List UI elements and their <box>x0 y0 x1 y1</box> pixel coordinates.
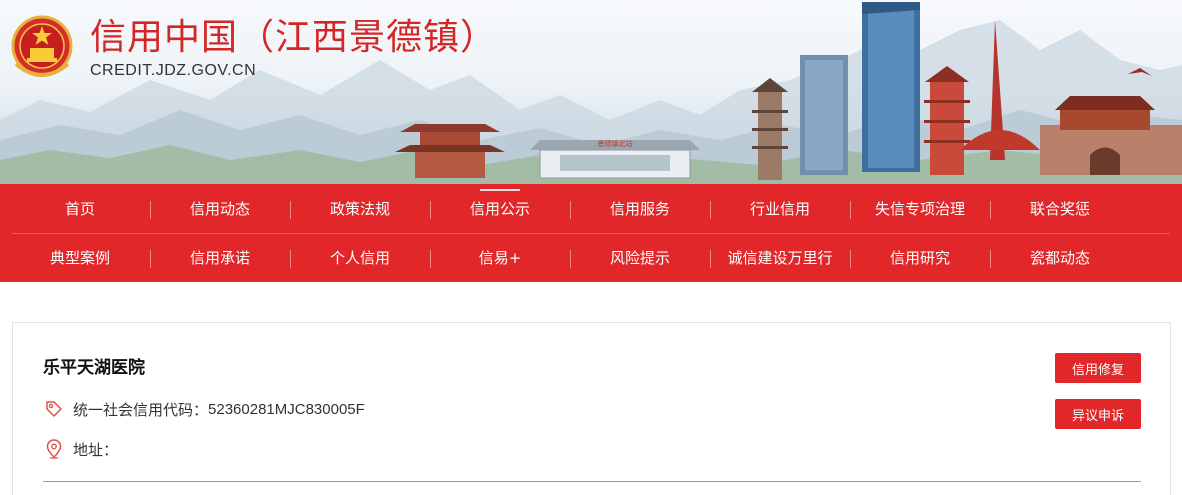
credit-code-row: 统一社会信用代码： 52360281MJC830005F <box>43 398 365 420</box>
site-title: 信用中国（江西景德镇） <box>90 17 498 58</box>
main-nav-row-1: 首页 信用动态 政策法规 信用公示 信用服务 行业信用 失信专项治理 联合奖惩 <box>10 184 1172 233</box>
nav-item-policies[interactable]: 政策法规 <box>290 184 430 233</box>
nav-item-risk-alerts[interactable]: 风险提示 <box>570 233 710 282</box>
nav-item-home[interactable]: 首页 <box>10 184 150 233</box>
credit-code-value: 52360281MJC830005F <box>208 400 365 418</box>
nav-item-city-news[interactable]: 瓷都动态 <box>990 233 1130 282</box>
site-domain: CREDIT.JDZ.GOV.CN <box>90 62 257 79</box>
header-banner: 景德镇北站 信用中国（江西景德镇） CREDIT.JDZ.GOV.CN <box>0 0 1182 184</box>
objection-appeal-button[interactable]: 异议申诉 <box>1055 399 1141 429</box>
national-emblem-icon <box>11 15 73 77</box>
nav-item-credit-services[interactable]: 信用服务 <box>570 184 710 233</box>
organization-detail-card: 乐平天湖医院 统一社会信用代码： 52360281MJC830005F 地址： … <box>12 322 1171 495</box>
address-row: 地址： <box>43 438 118 460</box>
nav-item-credit-publicity[interactable]: 信用公示 <box>430 184 570 233</box>
nav-item-credit-news[interactable]: 信用动态 <box>150 184 290 233</box>
credit-code-label: 统一社会信用代码： <box>73 400 209 419</box>
credit-repair-button[interactable]: 信用修复 <box>1055 353 1141 383</box>
organization-name: 乐平天湖医院 <box>43 358 145 378</box>
main-nav: 首页 信用动态 政策法规 信用公示 信用服务 行业信用 失信专项治理 联合奖惩 … <box>0 184 1182 282</box>
main-nav-row-2: 典型案例 信用承诺 个人信用 信易+ 风险提示 诚信建设万里行 信用研究 瓷都动… <box>10 233 1172 282</box>
nav-item-personal-credit[interactable]: 个人信用 <box>290 233 430 282</box>
nav-item-industry-credit[interactable]: 行业信用 <box>710 184 850 233</box>
address-label: 地址： <box>73 440 119 459</box>
nav-item-credit-commitment[interactable]: 信用承诺 <box>150 233 290 282</box>
nav-item-integrity-campaign[interactable]: 诚信建设万里行 <box>710 233 850 282</box>
nav-item-typical-cases[interactable]: 典型案例 <box>10 233 150 282</box>
station-sign: 景德镇北站 <box>598 139 633 148</box>
nav-item-credit-research[interactable]: 信用研究 <box>850 233 990 282</box>
nav-item-dishonesty-governance[interactable]: 失信专项治理 <box>850 184 990 233</box>
location-pin-icon <box>43 438 65 460</box>
card-divider <box>43 481 1141 482</box>
tag-icon <box>43 398 65 420</box>
nav-item-xinyi-plus[interactable]: 信易+ <box>430 233 570 282</box>
nav-item-joint-rewards-penalties[interactable]: 联合奖惩 <box>990 184 1130 233</box>
